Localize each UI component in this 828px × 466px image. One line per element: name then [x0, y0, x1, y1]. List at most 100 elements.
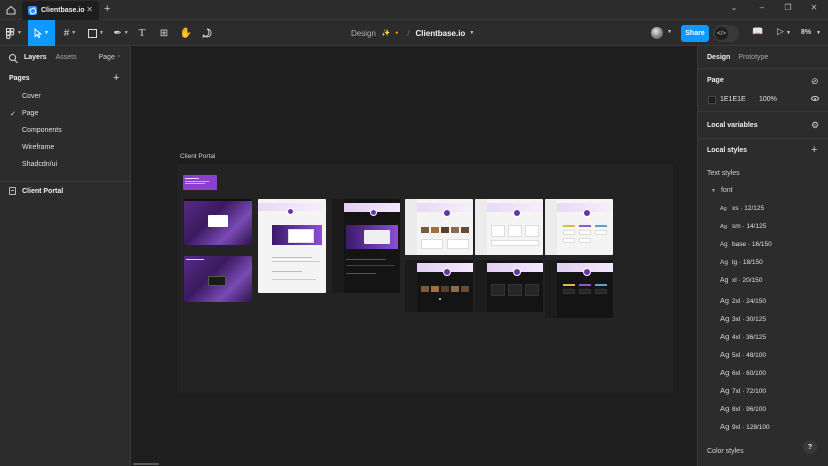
text-style-item[interactable]: Ag xs · 12/125 — [720, 205, 764, 212]
page-item[interactable]: Shadcdn/ui — [0, 156, 131, 173]
tab-assets[interactable]: Assets — [56, 54, 77, 61]
dev-mode-toggle[interactable]: </> — [713, 25, 739, 42]
screen-thumbnail[interactable] — [405, 199, 473, 255]
tab-design[interactable]: Design — [707, 54, 730, 61]
tab-clientbase[interactable]: Clientbase.io ✕ — [22, 1, 99, 20]
layer-client-portal[interactable]: Client Portal — [0, 184, 131, 198]
background-hex[interactable]: 1E1E1E — [720, 96, 746, 103]
frame-label[interactable]: Client Portal — [180, 153, 215, 160]
chevron-down-icon[interactable]: ▼ — [667, 29, 672, 35]
library-icon[interactable]: 📖 — [752, 26, 763, 37]
share-button[interactable]: Share — [681, 25, 709, 42]
comment-icon — [202, 28, 212, 38]
text-style-label: sm · 14/125 — [732, 223, 767, 231]
text-style-item[interactable]: Ag 7xl · 72/100 — [720, 386, 766, 395]
shape-tool-button[interactable]: ▼ — [85, 20, 107, 46]
text-style-item[interactable]: Ag sm · 14/125 — [720, 223, 766, 230]
chevron-down-icon: ⌃ — [116, 54, 121, 61]
figma-file-icon — [28, 6, 37, 15]
comment-tool-button[interactable] — [200, 20, 214, 46]
text-icon: T — [138, 27, 146, 39]
sliders-icon[interactable]: ⚙ — [811, 120, 819, 131]
text-style-item[interactable]: Ag 5xl · 48/100 — [720, 350, 766, 359]
page-item[interactable]: Wireframe — [0, 139, 131, 156]
screen-thumbnail[interactable] — [545, 260, 613, 318]
page-item[interactable]: Cover — [0, 88, 131, 105]
chevron-down-icon[interactable]: ⌄ — [728, 3, 740, 12]
local-variables-header[interactable]: Local variables — [707, 122, 758, 129]
screen-thumbnail[interactable] — [475, 260, 543, 312]
text-style-label: 8xl · 96/100 — [732, 406, 766, 414]
page-item[interactable]: Components — [0, 122, 131, 139]
text-style-item[interactable]: Ag xl · 20/150 — [720, 277, 762, 284]
checkmark-icon: ✓ — [10, 110, 16, 118]
text-style-preview: Ag — [720, 313, 730, 323]
avatar[interactable] — [651, 27, 663, 39]
chevron-down-icon[interactable]: ▼ — [816, 30, 821, 36]
text-style-preview: Ag — [720, 404, 730, 414]
font-group[interactable]: ▼ font — [711, 187, 733, 194]
hand-tool-button[interactable]: ✋ — [179, 20, 193, 46]
text-style-preview: Ag — [720, 367, 730, 377]
eye-icon[interactable] — [811, 96, 819, 101]
page-selector[interactable]: Page ⌃ — [98, 54, 121, 61]
screen-thumbnail[interactable] — [184, 199, 252, 245]
add-style-button[interactable]: + — [811, 144, 817, 156]
window-close-icon[interactable]: ✕ — [808, 3, 820, 12]
tab-prototype[interactable]: Prototype — [738, 54, 768, 61]
text-style-item[interactable]: Ag 2xl · 24/150 — [720, 296, 766, 305]
breadcrumb: Design ✨ 🔸 / Clientbase.io ▼ — [351, 20, 474, 46]
text-style-item[interactable]: Ag 6xl · 60/100 — [720, 368, 766, 377]
text-style-item[interactable]: Ag base · 16/150 — [720, 241, 772, 248]
hand-icon: ✋ — [179, 27, 193, 39]
layers-header: Layers Assets Page ⌃ — [0, 46, 131, 68]
frame-icon — [9, 187, 16, 195]
screen-thumbnail[interactable] — [405, 260, 473, 312]
text-tool-button[interactable]: T — [135, 20, 149, 46]
maximize-icon[interactable]: ❐ — [782, 3, 794, 12]
chevron-down-icon[interactable]: ▼ — [469, 30, 474, 36]
text-style-preview: Ag — [720, 295, 729, 305]
horizontal-scrollbar[interactable] — [133, 463, 159, 465]
screen-thumbnail[interactable] — [332, 199, 400, 293]
add-page-button[interactable]: + — [113, 72, 119, 84]
page-item[interactable]: ✓ Page — [0, 105, 131, 122]
search-icon[interactable] — [9, 53, 16, 61]
minimize-icon[interactable]: – — [756, 3, 768, 12]
breadcrumb-project[interactable]: Design — [351, 29, 376, 38]
help-button[interactable]: ? — [803, 440, 817, 454]
client-portal-frame[interactable] — [177, 164, 673, 393]
text-style-item[interactable]: Ag 8xl · 96/100 — [720, 404, 766, 413]
new-tab-button[interactable]: + — [104, 3, 110, 15]
file-name[interactable]: Clientbase.io — [416, 29, 466, 38]
close-tab-icon[interactable]: ✕ — [86, 5, 93, 14]
variables-icon[interactable]: ⊘ — [811, 76, 819, 87]
resources-button[interactable]: ⊞ — [157, 20, 171, 46]
screen-thumbnail[interactable] — [258, 199, 326, 293]
background-color-swatch[interactable] — [708, 96, 716, 104]
page-item-label: Page — [22, 110, 39, 117]
browser-tab-bar: Clientbase.io ✕ + ⌄ – ❐ ✕ — [0, 0, 828, 20]
text-style-item[interactable]: Ag 4xl · 36/125 — [720, 332, 766, 341]
screen-thumbnail[interactable] — [183, 175, 217, 190]
breadcrumb-separator: / — [407, 28, 410, 38]
zoom-level[interactable]: 8% — [801, 29, 811, 36]
move-tool-button[interactable]: ▼ — [28, 20, 55, 46]
pen-tool-button[interactable]: ✒ ▼ — [110, 20, 132, 46]
screen-thumbnail[interactable] — [475, 199, 543, 255]
chevron-down-icon[interactable]: ▼ — [786, 30, 791, 36]
background-opacity[interactable]: 100% — [759, 96, 777, 103]
text-style-item[interactable]: Ag 9xl · 128/100 — [720, 422, 770, 431]
screen-thumbnail[interactable] — [184, 256, 252, 302]
main-menu-button[interactable]: ▼ — [3, 20, 25, 46]
home-icon[interactable] — [4, 3, 18, 17]
text-style-label: 4xl · 36/125 — [732, 333, 766, 341]
present-play-icon[interactable]: ▷ — [777, 26, 784, 37]
code-icon: </> — [715, 27, 728, 40]
local-styles-header: Local styles — [707, 147, 748, 154]
text-style-item[interactable]: Ag 3xl · 30/125 — [720, 314, 766, 323]
frame-tool-button[interactable]: # ▼ — [59, 20, 81, 46]
screen-thumbnail[interactable] — [545, 199, 613, 255]
tab-layers[interactable]: Layers — [24, 54, 47, 61]
text-style-item[interactable]: Ag lg · 18/150 — [720, 259, 763, 266]
